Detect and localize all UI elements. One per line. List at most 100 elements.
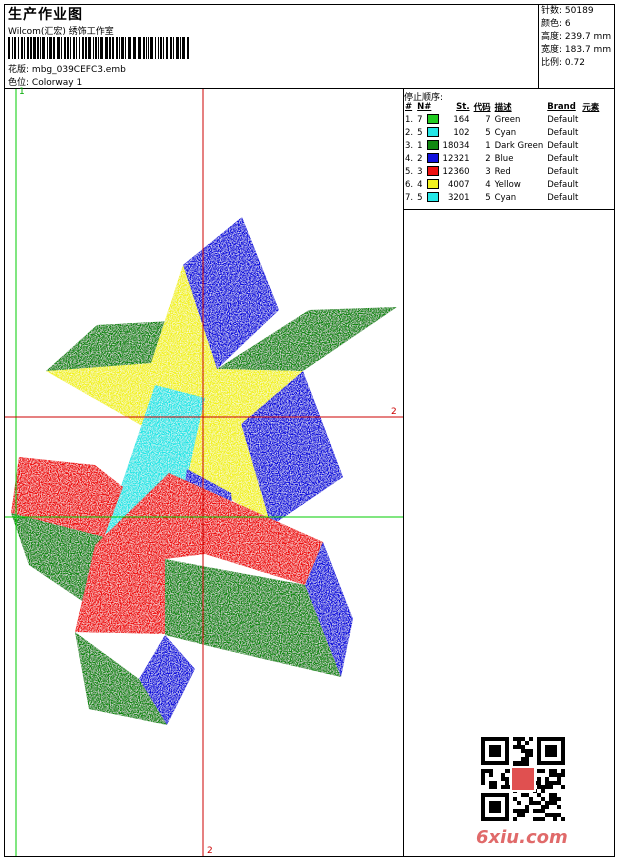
col-code: 代码: [473, 103, 491, 113]
row-needle: 5: [417, 127, 423, 138]
row-swatch: [425, 152, 441, 165]
design-line: 花版: mbg_039CEFC3.emb: [8, 62, 126, 75]
table-header-row: # N# St. 代码 描述 Brand 元素: [403, 101, 601, 113]
row-desc: Yellow: [494, 179, 521, 190]
row-stitches: 3201: [447, 192, 470, 203]
row-index: 6.: [405, 179, 414, 190]
stop-sequence-table: # N# St. 代码 描述 Brand 元素 1. 7 164 7 Green Defa…: [403, 101, 601, 204]
row-index: 7.: [405, 192, 414, 203]
row-brand: Default: [547, 166, 579, 177]
barcode: [8, 37, 192, 59]
row-swatch: [425, 165, 441, 178]
watermark-logo: 6xiu.com: [476, 827, 568, 848]
row-index: 4.: [405, 153, 414, 164]
row-needle: 5: [417, 192, 423, 203]
color-swatch: [426, 153, 439, 164]
color-swatch: [426, 166, 439, 177]
row-code: 2: [485, 153, 491, 164]
row-index: 5.: [405, 166, 414, 177]
row-index: 1.: [405, 114, 414, 125]
row-element: [580, 191, 601, 204]
stats-divider: [538, 4, 539, 88]
row-needle: 7: [417, 114, 423, 125]
row-code: 5: [485, 192, 491, 203]
color-swatch: [426, 114, 439, 125]
color-swatch: [426, 127, 439, 138]
color-swatch: [426, 179, 439, 190]
design-preview: [5, 89, 403, 856]
table-row: 5. 3 12360 3 Red Default: [403, 165, 601, 178]
row-brand: Default: [547, 179, 579, 190]
col-element: 元素: [582, 103, 600, 113]
table-bottom-divider: [403, 209, 615, 210]
colorway-name: Colorway 1: [31, 78, 83, 88]
guide-marker-top: 1: [19, 87, 25, 97]
row-code: 4: [485, 179, 491, 190]
row-brand: Default: [547, 192, 579, 203]
row-brand: Default: [547, 127, 579, 138]
row-swatch: [425, 191, 441, 204]
row-swatch: [425, 126, 441, 139]
color-swatch: [426, 192, 439, 203]
color-swatch: [426, 140, 439, 151]
row-desc: Red: [494, 166, 511, 177]
table-row: 1. 7 164 7 Green Default: [403, 113, 601, 126]
row-element: [580, 113, 601, 126]
row-element: [580, 139, 601, 152]
row-brand: Default: [547, 153, 579, 164]
stat-height: 高度: 239.7 mm: [541, 32, 612, 42]
guide-marker-right: 2: [391, 407, 397, 417]
row-needle: 3: [417, 166, 423, 177]
row-code: 7: [485, 114, 491, 125]
row-desc: Cyan: [494, 192, 517, 203]
row-swatch: [425, 178, 441, 191]
guide-marker-bottom: 2: [207, 846, 213, 856]
row-needle: 2: [417, 153, 423, 164]
stat-stitches: 针数: 50189: [541, 6, 594, 16]
row-desc: Green: [494, 114, 521, 125]
table-row: 6. 4 4007 4 Yellow Default: [403, 178, 601, 191]
row-desc: Cyan: [494, 127, 517, 138]
row-index: 3.: [405, 140, 414, 151]
company-name: Wilcom(汇宏) 绣饰工作室: [8, 27, 114, 37]
row-code: 3: [485, 166, 491, 177]
row-needle: 1: [417, 140, 423, 151]
row-element: [580, 126, 601, 139]
col-stitches: St.: [456, 102, 470, 112]
stat-scale: 比例: 0.72: [541, 58, 585, 68]
stat-width: 宽度: 183.7 mm: [541, 45, 612, 55]
col-needle: N#: [417, 102, 432, 112]
row-brand: Default: [547, 140, 579, 151]
row-swatch: [425, 139, 441, 152]
row-code: 1: [485, 140, 491, 151]
row-stitches: 12321: [442, 153, 470, 164]
stats-panel: 针数: 50189 颜色: 6 高度: 239.7 mm 宽度: 183.7 m…: [541, 5, 611, 70]
row-desc: Dark Green: [494, 140, 544, 151]
table-row: 7. 5 3201 5 Cyan Default: [403, 191, 601, 204]
row-element: [580, 165, 601, 178]
row-stitches: 12360: [442, 166, 470, 177]
row-element: [580, 178, 601, 191]
col-desc: 描述: [494, 103, 512, 113]
row-stitches: 4007: [447, 179, 470, 190]
row-element: [580, 152, 601, 165]
row-brand: Default: [547, 114, 579, 125]
qr-code: [481, 737, 565, 821]
table-row: 2. 5 102 5 Cyan Default: [403, 126, 601, 139]
row-index: 2.: [405, 127, 414, 138]
row-stitches: 18034: [442, 140, 470, 151]
row-code: 5: [485, 127, 491, 138]
stat-colors: 颜色: 6: [541, 19, 571, 29]
page-title: 生产作业图: [8, 7, 83, 23]
table-row: 4. 2 12321 2 Blue Default: [403, 152, 601, 165]
col-brand: Brand: [547, 102, 576, 112]
design-name: mbg_039CEFC3.emb: [31, 65, 126, 75]
table-row: 3. 1 18034 1 Dark Green Default: [403, 139, 601, 152]
col-idx: #: [405, 102, 413, 112]
design-label: 花版:: [8, 65, 30, 75]
embroidery-artwork: [11, 217, 397, 725]
row-stitches: 164: [453, 114, 470, 125]
row-swatch: [425, 113, 441, 126]
row-desc: Blue: [494, 153, 514, 164]
row-needle: 4: [417, 179, 423, 190]
